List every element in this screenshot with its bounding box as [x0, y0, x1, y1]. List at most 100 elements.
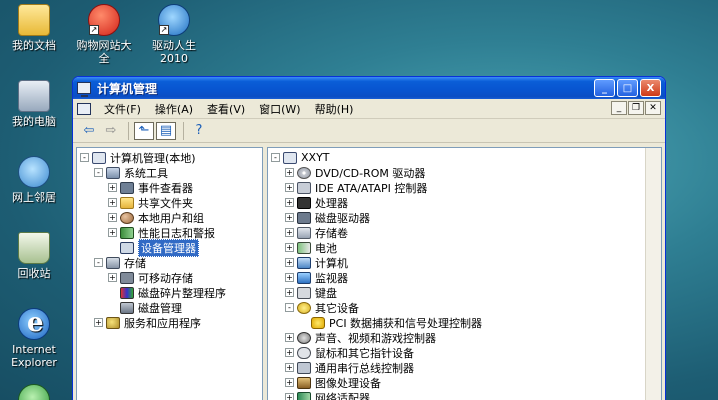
tree-node[interactable]: + 处理器 — [271, 195, 661, 210]
tree-node[interactable]: - XXYT — [271, 150, 661, 165]
show-hide-tree-icon[interactable]: ▤ — [156, 121, 176, 140]
collapse-icon[interactable]: - — [80, 153, 89, 162]
device-tree-pane[interactable]: - XXYT + DVD/CD-ROM 驱动器 + IDE ATA/ATAPI 控制器 + 处… — [267, 147, 662, 400]
tree-node[interactable]: + 可移动存储 — [80, 270, 262, 285]
mdi-restore-button[interactable]: ❐ — [628, 101, 644, 115]
tree-node[interactable]: + 事件查看器 — [80, 180, 262, 195]
tree-node-label[interactable]: 处理器 — [315, 195, 348, 211]
desktop-icon-shopping-sites[interactable]: ↗ 购物网站大全 — [72, 4, 136, 65]
tree-node-label[interactable]: 计算机 — [315, 255, 348, 271]
tree-node-label[interactable]: 通用串行总线控制器 — [315, 360, 414, 376]
tree-node[interactable]: + 鼠标和其它指针设备 — [271, 345, 661, 360]
maximize-button[interactable]: □ — [617, 79, 638, 97]
expand-icon[interactable]: + — [285, 393, 294, 400]
forward-arrow-icon[interactable]: ⇨ — [101, 122, 121, 140]
collapse-icon[interactable]: - — [271, 153, 280, 162]
menu-window[interactable]: 窗口(W) — [252, 101, 307, 117]
tree-node[interactable]: + 电池 — [271, 240, 661, 255]
tree-node-label[interactable]: 监视器 — [315, 270, 348, 286]
tree-node[interactable]: + 服务和应用程序 — [80, 315, 262, 330]
expand-icon[interactable]: + — [285, 288, 294, 297]
close-button[interactable]: X — [640, 79, 661, 97]
expand-icon[interactable]: + — [285, 198, 294, 207]
console-tree-pane[interactable]: - 计算机管理(本地) - 系统工具 + 事件查看器 + 共享文件夹 + 本地用户和组 + 性能日志和… — [76, 147, 263, 400]
tree-node-label[interactable]: DVD/CD-ROM 驱动器 — [315, 165, 425, 181]
minimize-button[interactable]: _ — [594, 79, 615, 97]
tree-node-label[interactable]: 网络适配器 — [315, 390, 370, 400]
title-bar[interactable]: 计算机管理 _ □ X — [73, 77, 665, 99]
back-arrow-icon[interactable]: ⇦ — [79, 122, 99, 140]
tree-node-label[interactable]: 磁盘管理 — [138, 300, 182, 316]
tree-node[interactable]: 设备管理器 — [80, 238, 262, 257]
desktop-icon-driver-life[interactable]: ↗ 驱动人生2010 — [142, 4, 206, 65]
tree-node-label[interactable]: 本地用户和组 — [138, 210, 204, 226]
tree-node-label[interactable]: 电池 — [315, 240, 337, 256]
tree-node-label[interactable]: PCI 数据捕获和信号处理控制器 — [329, 315, 482, 331]
vertical-scrollbar[interactable] — [645, 148, 661, 400]
tree-node-label[interactable]: 可移动存储 — [138, 270, 193, 286]
tree-node[interactable]: + 计算机 — [271, 255, 661, 270]
collapse-icon[interactable]: - — [94, 168, 103, 177]
tree-node-label[interactable]: 存储 — [124, 255, 146, 271]
desktop-icon-network-places[interactable]: 网上邻居 — [2, 156, 66, 204]
tree-node-label[interactable]: 磁盘碎片整理程序 — [138, 285, 226, 301]
expand-icon[interactable]: + — [285, 258, 294, 267]
desktop-icon-my-documents[interactable]: 我的文档 — [2, 4, 66, 52]
help-icon[interactable]: ? — [189, 122, 209, 140]
tree-node-label[interactable]: 磁盘驱动器 — [315, 210, 370, 226]
mdi-system-menu-icon[interactable] — [77, 102, 91, 115]
tree-node-label[interactable]: 服务和应用程序 — [124, 315, 201, 331]
tree-node[interactable]: + 共享文件夹 — [80, 195, 262, 210]
expand-icon[interactable]: + — [108, 198, 117, 207]
tree-node[interactable]: + 磁盘驱动器 — [271, 210, 661, 225]
mdi-minimize-button[interactable]: _ — [611, 101, 627, 115]
tree-node[interactable]: 磁盘管理 — [80, 300, 262, 315]
up-folder-icon[interactable]: ⬑ — [134, 121, 154, 140]
tree-node-label[interactable]: XXYT — [301, 151, 330, 164]
desktop-icon-recycle-bin[interactable]: 回收站 — [2, 232, 66, 280]
tree-node[interactable]: + 本地用户和组 — [80, 210, 262, 225]
tree-node-label[interactable]: 系统工具 — [124, 165, 168, 181]
tree-node-label[interactable]: 其它设备 — [315, 300, 359, 316]
tree-node[interactable]: - 其它设备 — [271, 300, 661, 315]
expand-icon[interactable]: + — [285, 363, 294, 372]
menu-view[interactable]: 查看(V) — [200, 101, 252, 117]
tree-node-label[interactable]: 事件查看器 — [138, 180, 193, 196]
tree-node-label[interactable]: 声音、视频和游戏控制器 — [315, 330, 436, 346]
tree-node[interactable]: 磁盘碎片整理程序 — [80, 285, 262, 300]
tree-node-label[interactable]: 图像处理设备 — [315, 375, 381, 391]
expand-icon[interactable]: + — [285, 228, 294, 237]
expand-icon[interactable]: + — [285, 273, 294, 282]
tree-node[interactable]: + 键盘 — [271, 285, 661, 300]
expand-icon[interactable]: + — [285, 183, 294, 192]
desktop-icon-my-computer[interactable]: 我的电脑 — [2, 80, 66, 128]
tree-node[interactable]: + 图像处理设备 — [271, 375, 661, 390]
expand-icon[interactable]: + — [108, 213, 117, 222]
tree-node-label[interactable]: 计算机管理(本地) — [110, 150, 196, 166]
tree-node-label[interactable]: 共享文件夹 — [138, 195, 193, 211]
tree-node[interactable]: - 计算机管理(本地) — [80, 150, 262, 165]
tree-node[interactable]: + 声音、视频和游戏控制器 — [271, 330, 661, 345]
tree-node-label[interactable]: 鼠标和其它指针设备 — [315, 345, 414, 361]
tree-node[interactable]: + 监视器 — [271, 270, 661, 285]
expand-icon[interactable]: + — [285, 243, 294, 252]
expand-icon[interactable]: + — [108, 183, 117, 192]
tree-node-label[interactable]: IDE ATA/ATAPI 控制器 — [315, 180, 427, 196]
expand-icon[interactable]: + — [285, 168, 294, 177]
expand-icon[interactable]: + — [285, 378, 294, 387]
tree-node[interactable]: - 系统工具 — [80, 165, 262, 180]
desktop-icon-internet-explorer[interactable]: Internet Explorer — [2, 308, 66, 369]
expand-icon[interactable]: + — [285, 213, 294, 222]
expand-icon[interactable]: + — [285, 333, 294, 342]
tree-node[interactable]: + IDE ATA/ATAPI 控制器 — [271, 180, 661, 195]
tree-node[interactable]: PCI 数据捕获和信号处理控制器 — [271, 315, 661, 330]
menu-help[interactable]: 帮助(H) — [308, 101, 361, 117]
tree-node[interactable]: - 存储 — [80, 255, 262, 270]
collapse-icon[interactable]: - — [285, 303, 294, 312]
tree-node-label[interactable]: 存储卷 — [315, 225, 348, 241]
collapse-icon[interactable]: - — [94, 258, 103, 267]
menu-file[interactable]: 文件(F) — [97, 101, 148, 117]
expand-icon[interactable]: + — [285, 348, 294, 357]
tree-node[interactable]: + 通用串行总线控制器 — [271, 360, 661, 375]
tree-node[interactable]: + DVD/CD-ROM 驱动器 — [271, 165, 661, 180]
